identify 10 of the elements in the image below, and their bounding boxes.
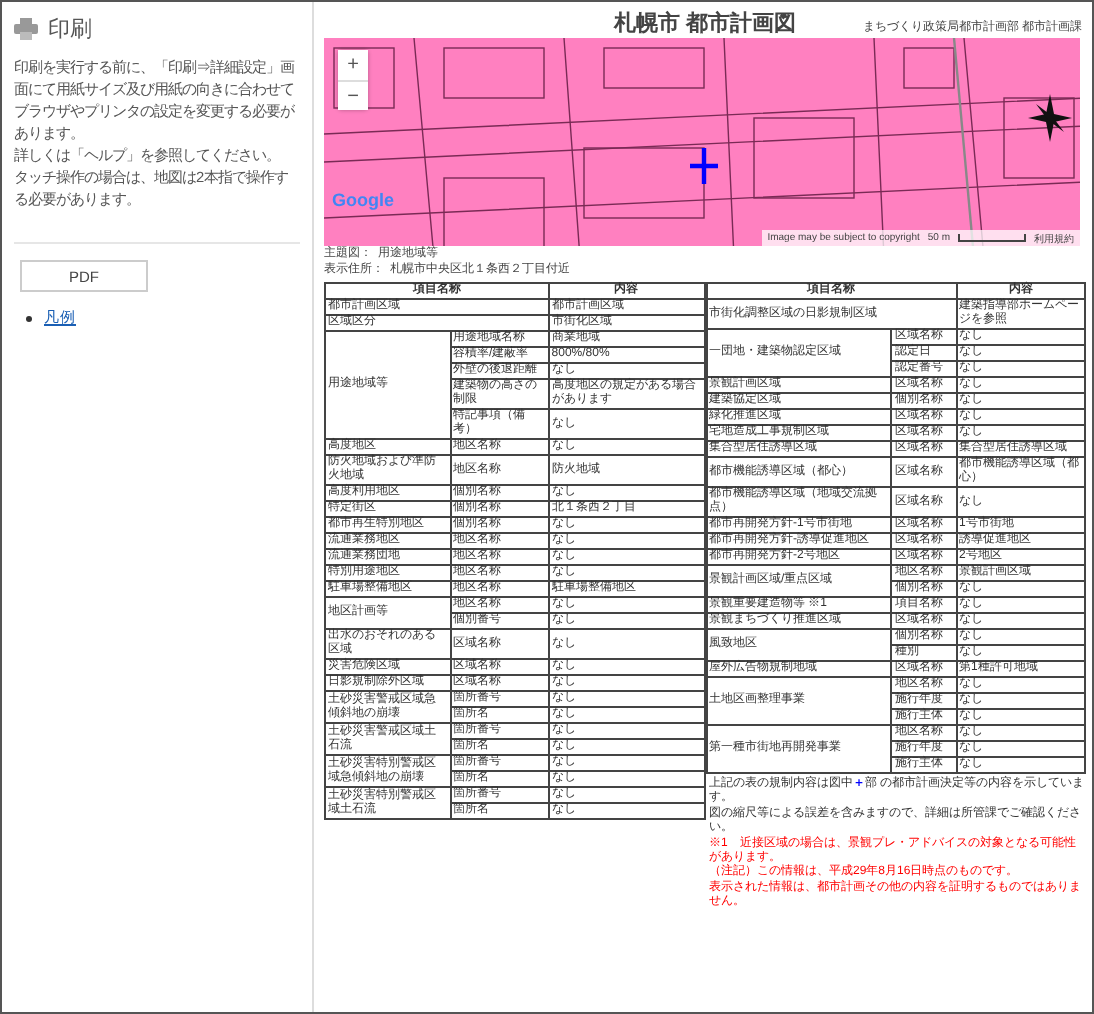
bullet-icon	[26, 315, 32, 321]
printer-icon	[14, 18, 38, 40]
compass-icon	[1028, 94, 1072, 142]
map-title: 札幌市 都市計画図	[613, 9, 797, 37]
location-cross-icon	[690, 148, 718, 184]
scale-bar-icon	[958, 234, 1026, 242]
panel-title: 印刷	[48, 14, 92, 44]
zoom-out-button[interactable]: −	[338, 80, 368, 110]
map-logo: Google	[332, 190, 394, 210]
zoom-in-button[interactable]: +	[338, 50, 368, 80]
